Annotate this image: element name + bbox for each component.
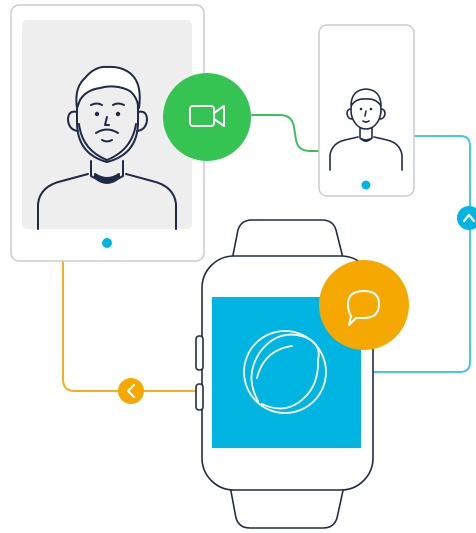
watch-side-button[interactable] (195, 383, 204, 411)
green-connector-line (251, 114, 320, 152)
nav-left-button[interactable] (118, 378, 144, 404)
watch-strap-bottom (229, 485, 345, 529)
orange-connector-line (62, 260, 209, 392)
video-call-bubble[interactable] (163, 73, 251, 161)
watch-crown[interactable] (195, 335, 204, 371)
nav-up-button[interactable] (457, 206, 476, 230)
illustration-stage (0, 0, 476, 533)
chat-bubble[interactable] (319, 260, 409, 350)
phone-home-button[interactable] (361, 180, 371, 190)
tablet-home-button[interactable] (102, 238, 112, 248)
phone-device (318, 24, 415, 197)
device-communication-illustration (10, 4, 476, 529)
